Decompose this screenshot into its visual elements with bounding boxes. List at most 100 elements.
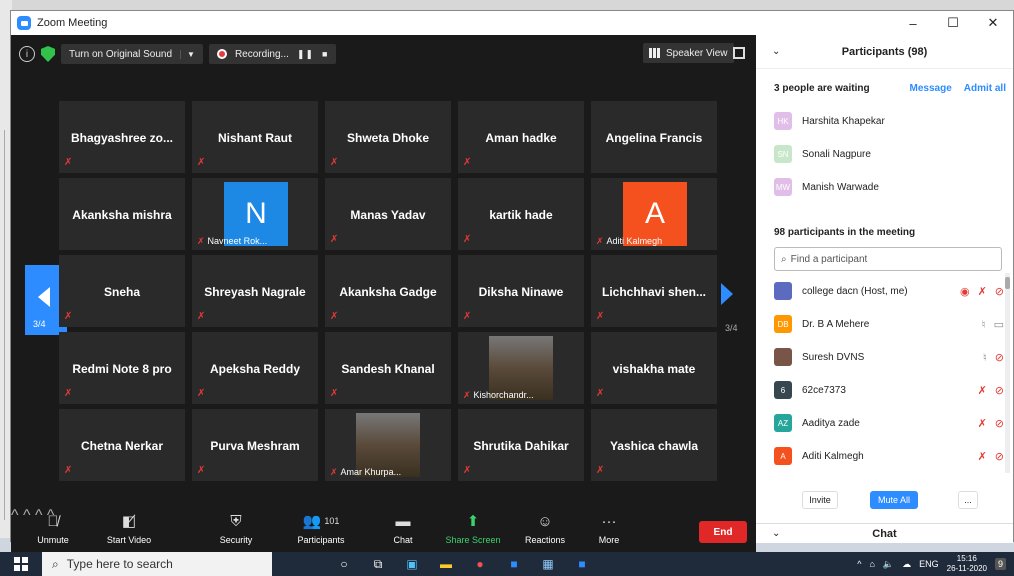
- participant-tile[interactable]: ✗ Kishorchandr...: [458, 332, 584, 404]
- language-indicator[interactable]: ENG: [919, 559, 939, 569]
- store-icon[interactable]: ▣: [404, 556, 420, 572]
- participant-tile[interactable]: Lichchhavi shen... ✗: [591, 255, 717, 327]
- participant-tile[interactable]: Yashica chawla ✗: [591, 409, 717, 481]
- chat-chevron-icon[interactable]: ⌄: [772, 528, 780, 539]
- participant-tile[interactable]: Shweta Dhoke ✗: [325, 101, 451, 173]
- zoom-meeting-taskbar-icon[interactable]: ■: [574, 556, 590, 572]
- record-dot-icon: [216, 49, 227, 59]
- participants-header: ⌄ Participants (98): [756, 35, 1013, 69]
- participant-row[interactable]: AZ Aaditya zade ✗ ⊘: [774, 413, 1004, 433]
- stop-recording-button[interactable]: ■: [322, 49, 328, 59]
- participant-tile[interactable]: Nishant Raut ✗: [192, 101, 318, 173]
- taskbar-search-box[interactable]: ⌕ Type here to search: [42, 552, 272, 576]
- participant-tile[interactable]: ✗ Amar Khurpa...: [325, 409, 451, 481]
- recording-indicator: Recording... ❚❚ ■: [208, 44, 337, 64]
- share-screen-button[interactable]: ⬆ Share Screen: [443, 511, 503, 545]
- file-explorer-icon[interactable]: ▬: [438, 556, 454, 572]
- collapse-chevron-icon[interactable]: ⌄: [772, 46, 780, 57]
- maximize-button[interactable]: ☐: [933, 11, 973, 35]
- participant-list-scrollbar[interactable]: [1005, 273, 1010, 473]
- invite-button[interactable]: Invite: [802, 491, 838, 509]
- audio-options-chevron-icon[interactable]: ^: [11, 507, 19, 524]
- participant-name: Shweta Dhoke: [346, 131, 430, 145]
- participant-tile[interactable]: Redmi Note 8 pro ✗: [59, 332, 185, 404]
- windows-taskbar: ⌕ Type here to search ○ ⧉ ▣ ▬ ● ■ ▦ ■ ^ …: [0, 552, 1014, 576]
- participant-name: Akanksha mishra: [72, 208, 172, 222]
- mic-muted-icon: ✗: [463, 234, 472, 245]
- windows-start-icon[interactable]: [14, 557, 28, 571]
- chrome-icon[interactable]: ●: [472, 556, 488, 572]
- unmute-button[interactable]: 🎙̸ Unmute: [23, 511, 83, 546]
- participant-tile[interactable]: Manas Yadav ✗: [325, 178, 451, 250]
- chat-label: Chat: [393, 535, 413, 545]
- waiting-participant-row[interactable]: HK Harshita Khapekar: [774, 111, 1004, 131]
- start-video-button[interactable]: ◧̸ Start Video: [99, 511, 159, 545]
- waiting-participant-name: Harshita Khapekar: [802, 115, 885, 127]
- more-options-button[interactable]: ...: [958, 491, 978, 509]
- waiting-participant-row[interactable]: SN Sonali Nagpure: [774, 144, 1004, 164]
- participant-tile[interactable]: Shreyash Nagrale ✗: [192, 255, 318, 327]
- participant-tile[interactable]: Aman hadke ✗: [458, 101, 584, 173]
- reactions-button[interactable]: ☺ Reactions: [515, 511, 575, 546]
- more-button[interactable]: ··· More: [579, 511, 639, 546]
- participant-row[interactable]: Suresh DVNS ♮ ⊘: [774, 347, 1004, 367]
- next-page-button[interactable]: [721, 283, 733, 305]
- participant-row[interactable]: DB Dr. B A Mehere ♮ ▭: [774, 314, 1004, 334]
- participant-tile[interactable]: Chetna Nerkar ✗: [59, 409, 185, 481]
- onedrive-icon[interactable]: ☁: [902, 559, 911, 570]
- participant-row[interactable]: 6 62ce7373 ✗ ⊘: [774, 380, 1004, 400]
- participant-tile[interactable]: Akanksha mishra: [59, 178, 185, 250]
- clock[interactable]: 15:16 26-11-2020: [947, 554, 987, 574]
- waiting-text: 3 people are waiting: [774, 83, 870, 94]
- participants-button[interactable]: 👥 101 Participants: [291, 511, 351, 545]
- participant-tile[interactable]: Sneha ✗: [59, 255, 185, 327]
- participant-tile[interactable]: Sandesh Khanal ✗: [325, 332, 451, 404]
- participant-tile[interactable]: kartik hade ✗: [458, 178, 584, 250]
- original-sound-button[interactable]: Turn on Original Sound ▼: [61, 44, 203, 64]
- mute-all-button[interactable]: Mute All: [870, 491, 918, 509]
- speaker-view-button[interactable]: Speaker View: [643, 43, 734, 63]
- video-off-icon: ◧̸: [121, 513, 137, 530]
- search-icon: ⌕: [52, 556, 59, 571]
- meeting-info-icon[interactable]: i: [19, 46, 35, 62]
- mic-muted-icon: ✗: [64, 157, 73, 168]
- participant-tile[interactable]: Bhagyashree zo... ✗: [59, 101, 185, 173]
- encryption-shield-icon[interactable]: [41, 46, 55, 62]
- pause-recording-button[interactable]: ❚❚: [297, 49, 314, 60]
- network-icon[interactable]: ⌂: [869, 559, 874, 569]
- task-view-icon[interactable]: ⧉: [370, 556, 386, 572]
- message-link[interactable]: Message: [910, 83, 952, 94]
- participant-tile[interactable]: Diksha Ninawe ✗: [458, 255, 584, 327]
- participants-count: 101: [324, 516, 340, 526]
- notification-badge[interactable]: 9: [994, 558, 1006, 570]
- minimize-button[interactable]: –: [893, 11, 933, 35]
- participant-tile[interactable]: vishakha mate ✗: [591, 332, 717, 404]
- mic-muted-icon: ✗: [463, 311, 472, 322]
- participant-tile[interactable]: Akanksha Gadge ✗: [325, 255, 451, 327]
- image-viewer-icon[interactable]: ▦: [540, 556, 556, 572]
- participant-tile[interactable]: Apeksha Reddy ✗: [192, 332, 318, 404]
- participant-tile[interactable]: Angelina Francis: [591, 101, 717, 173]
- participant-tile[interactable]: Shrutika Dahikar ✗: [458, 409, 584, 481]
- chevron-down-icon[interactable]: ▼: [180, 49, 195, 59]
- video-area: i Turn on Original Sound ▼ Recording... …: [11, 35, 756, 553]
- chat-button[interactable]: ▬ Chat: [373, 511, 433, 546]
- zoom-app-icon[interactable]: ■: [506, 556, 522, 572]
- tray-chevron-up-icon[interactable]: ^: [857, 559, 861, 569]
- participant-tile[interactable]: N ✗ Navneet Rok...: [192, 178, 318, 250]
- waiting-participant-row[interactable]: MW Manish Warwade: [774, 177, 1004, 197]
- fullscreen-icon[interactable]: [733, 47, 745, 59]
- participant-tile[interactable]: A ✗ Aditi Kalmegh: [591, 178, 717, 250]
- chat-section-header[interactable]: ⌄ Chat: [756, 523, 1013, 543]
- close-button[interactable]: ✕: [973, 11, 1013, 35]
- participant-row[interactable]: college dacn (Host, me) ◉ ✗ ⊘: [774, 281, 1004, 301]
- admit-all-link[interactable]: Admit all: [964, 83, 1006, 94]
- security-button[interactable]: ⛨ Security: [206, 511, 266, 546]
- find-participant-input[interactable]: ⌕ Find a participant: [774, 247, 1002, 271]
- participant-tile[interactable]: Purva Meshram ✗: [192, 409, 318, 481]
- participant-row[interactable]: A Aditi Kalmegh ✗ ⊘: [774, 446, 1004, 466]
- volume-icon[interactable]: 🔈: [883, 559, 894, 570]
- cortana-icon[interactable]: ○: [336, 556, 352, 572]
- end-button[interactable]: End: [699, 521, 747, 543]
- participant-name-caption: ✗ Amar Khurpa...: [330, 467, 401, 478]
